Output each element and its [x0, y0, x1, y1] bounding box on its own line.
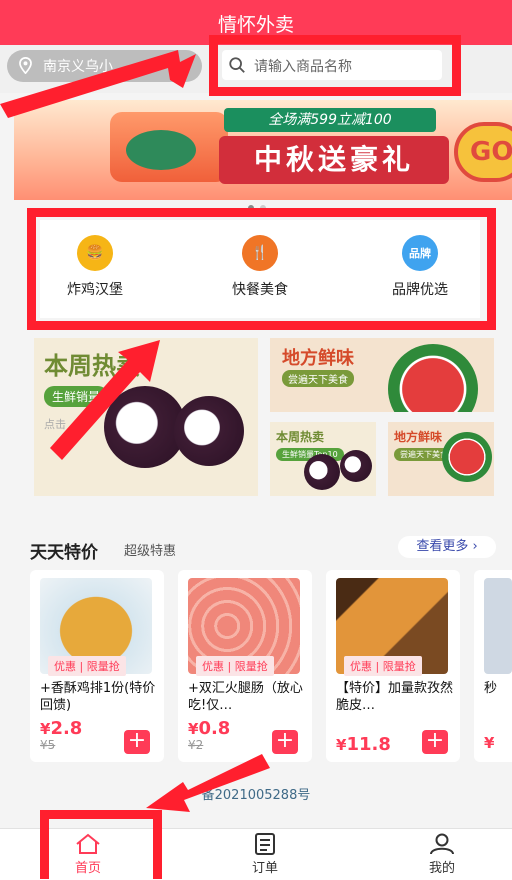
- annotation-arrow-categories: [50, 340, 160, 460]
- annotation-arrows: [0, 50, 270, 812]
- annotation-arrow-search: [0, 50, 196, 118]
- annotation-arrow-home: [146, 754, 270, 812]
